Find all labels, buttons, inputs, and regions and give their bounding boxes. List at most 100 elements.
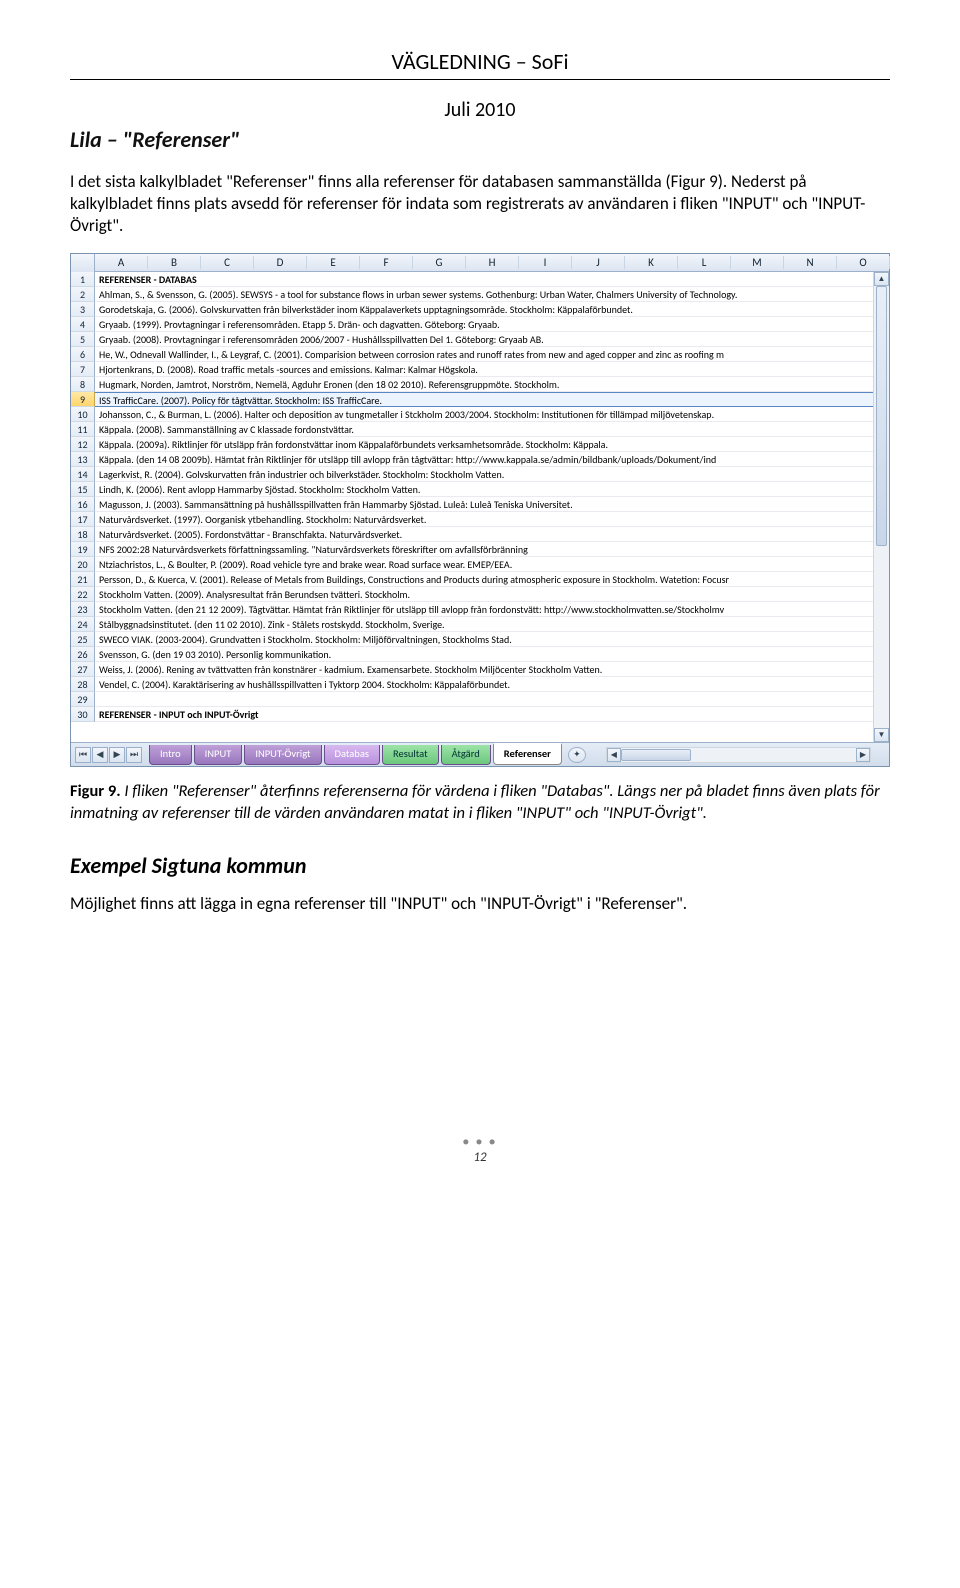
- table-row[interactable]: 13Käppala. (den 14 08 2009b). Hämtat frå…: [71, 452, 873, 467]
- table-row[interactable]: 9ISS TrafficCare. (2007). Policy för tåg…: [71, 392, 873, 407]
- scroll-down-icon[interactable]: ▼: [874, 728, 889, 742]
- cell-content[interactable]: Hjortenkrans, D. (2008). Road traffic me…: [95, 362, 873, 377]
- tab-referenser[interactable]: Referenser: [493, 743, 562, 765]
- row-number[interactable]: 21: [71, 572, 95, 587]
- select-all-corner[interactable]: [71, 254, 95, 272]
- table-row[interactable]: 23Stockholm Vatten. (den 21 12 2009). Tå…: [71, 602, 873, 617]
- row-number[interactable]: 14: [71, 467, 95, 482]
- cell-content[interactable]: Käppala. (2009a). Riktlinjer för utsläpp…: [95, 437, 873, 452]
- row-number[interactable]: 2: [71, 287, 95, 302]
- cell-content[interactable]: Gorodetskaja, G. (2006). Golvskurvatten …: [95, 302, 873, 317]
- table-row[interactable]: 20Ntziachristos, L., & Boulter, P. (2009…: [71, 557, 873, 572]
- col-G[interactable]: G: [413, 256, 466, 269]
- cell-content[interactable]: Magusson, J. (2003). Sammansättning på h…: [95, 497, 873, 512]
- table-row[interactable]: 29: [71, 692, 873, 707]
- cell-content[interactable]: Stockholm Vatten. (den 21 12 2009). Tågt…: [95, 602, 873, 617]
- hscroll-thumb[interactable]: [621, 749, 691, 761]
- cell-content[interactable]: Naturvårdsverket. (1997). Oorganisk ytbe…: [95, 512, 873, 527]
- col-N[interactable]: N: [784, 256, 837, 269]
- table-row[interactable]: 25SWECO VIAK. (2003-2004). Grundvatten i…: [71, 632, 873, 647]
- table-row[interactable]: 3Gorodetskaja, G. (2006). Golvskurvatten…: [71, 302, 873, 317]
- cell-content[interactable]: Ntziachristos, L., & Boulter, P. (2009).…: [95, 557, 873, 572]
- table-row[interactable]: 24Stålbyggnadsinstitutet. (den 11 02 201…: [71, 617, 873, 632]
- scroll-right-icon[interactable]: ▶: [856, 748, 870, 762]
- cell-content[interactable]: Stockholm Vatten. (2009). Analysresultat…: [95, 587, 873, 602]
- table-row[interactable]: 4Gryaab. (1999). Provtagningar i referen…: [71, 317, 873, 332]
- cell-content[interactable]: Käppala. (den 14 08 2009b). Hämtat från …: [95, 452, 873, 467]
- cell-content[interactable]: ISS TrafficCare. (2007). Policy för tågt…: [95, 392, 873, 407]
- col-A[interactable]: A: [95, 256, 148, 269]
- new-sheet-icon[interactable]: ✦: [568, 747, 586, 763]
- row-number[interactable]: 9: [71, 392, 95, 407]
- col-D[interactable]: D: [254, 256, 307, 269]
- table-row[interactable]: 22Stockholm Vatten. (2009). Analysresult…: [71, 587, 873, 602]
- row-number[interactable]: 6: [71, 347, 95, 362]
- cell-content[interactable]: Johansson, C., & Burman, L. (2006). Halt…: [95, 407, 873, 422]
- cell-content[interactable]: Naturvårdsverket. (2005). Fordonstvättar…: [95, 527, 873, 542]
- cell-content[interactable]: Weiss, J. (2006). Rening av tvättvatten …: [95, 662, 873, 677]
- tab-first-icon[interactable]: ⏮: [75, 747, 91, 763]
- scroll-thumb[interactable]: [876, 286, 887, 546]
- table-row[interactable]: 17Naturvårdsverket. (1997). Oorganisk yt…: [71, 512, 873, 527]
- row-number[interactable]: 7: [71, 362, 95, 377]
- row-number[interactable]: 29: [71, 692, 95, 707]
- row-number[interactable]: 18: [71, 527, 95, 542]
- row-number[interactable]: 17: [71, 512, 95, 527]
- cell-content[interactable]: Ahlman, S., & Svensson, G. (2005). SEWSY…: [95, 287, 873, 302]
- row-number[interactable]: 26: [71, 647, 95, 662]
- table-row[interactable]: 15Lindh, K. (2006). Rent avlopp Hammarby…: [71, 482, 873, 497]
- row-number[interactable]: 16: [71, 497, 95, 512]
- table-row[interactable]: 18Naturvårdsverket. (2005). Fordonstvätt…: [71, 527, 873, 542]
- row-number[interactable]: 28: [71, 677, 95, 692]
- cell-content[interactable]: [95, 692, 873, 707]
- scroll-up-icon[interactable]: ▲: [874, 272, 889, 286]
- cell-content[interactable]: SWECO VIAK. (2003-2004). Grundvatten i S…: [95, 632, 873, 647]
- col-J[interactable]: J: [572, 256, 625, 269]
- row-number[interactable]: 19: [71, 542, 95, 557]
- row-number[interactable]: 11: [71, 422, 95, 437]
- cell-content[interactable]: Svensson, G. (den 19 03 2010). Personlig…: [95, 647, 873, 662]
- row-number[interactable]: 30: [71, 707, 95, 722]
- cell-content[interactable]: NFS 2002:28 Naturvårdsverkets författnin…: [95, 542, 873, 557]
- cell-content[interactable]: REFERENSER - INPUT och INPUT-Övrigt: [95, 707, 873, 722]
- row-number[interactable]: 27: [71, 662, 95, 677]
- tab-input-ovrigt[interactable]: INPUT-Övrigt: [244, 745, 321, 765]
- table-row[interactable]: 16Magusson, J. (2003). Sammansättning på…: [71, 497, 873, 512]
- col-F[interactable]: F: [360, 256, 413, 269]
- cell-content[interactable]: Käppala. (2008). Sammanställning av C kl…: [95, 422, 873, 437]
- row-number[interactable]: 15: [71, 482, 95, 497]
- cell-content[interactable]: Gryaab. (2008). Provtagningar i referens…: [95, 332, 873, 347]
- col-I[interactable]: I: [519, 256, 572, 269]
- table-row[interactable]: 21Persson, D., & Kuerca, V. (2001). Rele…: [71, 572, 873, 587]
- col-O[interactable]: O: [837, 256, 890, 269]
- tab-resultat[interactable]: Resultat: [382, 745, 439, 765]
- tab-input[interactable]: INPUT: [194, 745, 243, 765]
- scroll-left-icon[interactable]: ◀: [607, 748, 621, 762]
- row-number[interactable]: 10: [71, 407, 95, 422]
- cell-content[interactable]: Persson, D., & Kuerca, V. (2001). Releas…: [95, 572, 873, 587]
- col-C[interactable]: C: [201, 256, 254, 269]
- row-number[interactable]: 4: [71, 317, 95, 332]
- tab-databas[interactable]: Databas: [324, 745, 380, 765]
- cell-content[interactable]: Vendel, C. (2004). Karaktärisering av hu…: [95, 677, 873, 692]
- row-number[interactable]: 3: [71, 302, 95, 317]
- cell-content[interactable]: REFERENSER - DATABAS: [95, 272, 873, 287]
- cell-content[interactable]: Stålbyggnadsinstitutet. (den 11 02 2010)…: [95, 617, 873, 632]
- table-row[interactable]: 8Hugmark, Norden, Jamtrot, Norström, Nem…: [71, 377, 873, 392]
- row-number[interactable]: 13: [71, 452, 95, 467]
- col-K[interactable]: K: [625, 256, 678, 269]
- tab-intro[interactable]: Intro: [149, 745, 192, 765]
- col-L[interactable]: L: [678, 256, 731, 269]
- cell-content[interactable]: Hugmark, Norden, Jamtrot, Norström, Neme…: [95, 377, 873, 392]
- col-E[interactable]: E: [307, 256, 360, 269]
- horizontal-scrollbar[interactable]: ◀ ▶: [606, 747, 871, 763]
- tab-last-icon[interactable]: ⏭: [126, 747, 142, 763]
- vertical-scrollbar[interactable]: ▲ ▼: [873, 272, 889, 742]
- table-row[interactable]: 28Vendel, C. (2004). Karaktärisering av …: [71, 677, 873, 692]
- tab-prev-icon[interactable]: ◀: [92, 747, 108, 763]
- data-area[interactable]: 1REFERENSER - DATABAS2Ahlman, S., & Sven…: [71, 272, 873, 742]
- tab-next-icon[interactable]: ▶: [109, 747, 125, 763]
- row-number[interactable]: 24: [71, 617, 95, 632]
- row-number[interactable]: 12: [71, 437, 95, 452]
- cell-content[interactable]: He, W., Odnevall Wallinder, I., & Leygra…: [95, 347, 873, 362]
